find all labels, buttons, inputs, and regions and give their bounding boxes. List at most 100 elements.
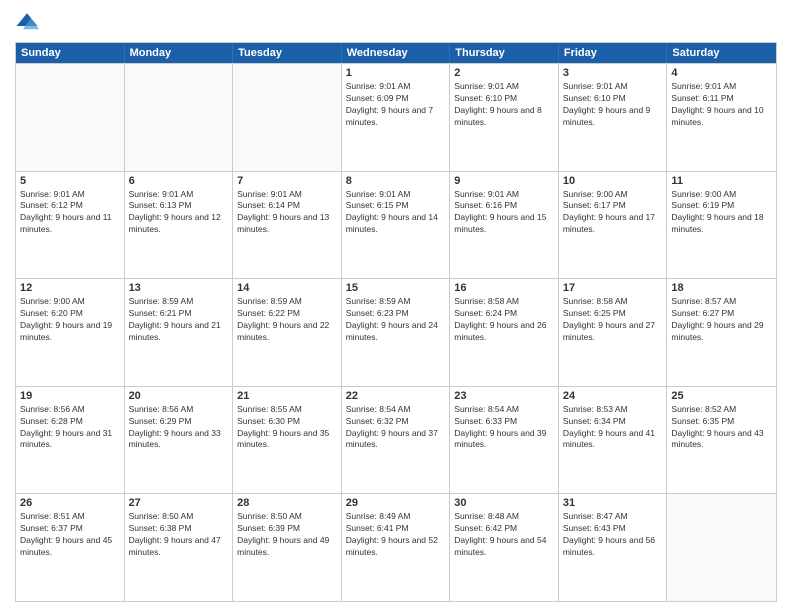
calendar-cell: 20 Sunrise: 8:56 AM Sunset: 6:29 PM Dayli… — [125, 387, 234, 494]
day-number: 16 — [454, 282, 554, 294]
cell-text: Sunrise: 9:01 AM Sunset: 6:11 PM Dayligh… — [671, 81, 772, 129]
cell-text: Sunrise: 8:59 AM Sunset: 6:21 PM Dayligh… — [129, 296, 229, 344]
cell-text: Sunrise: 8:49 AM Sunset: 6:41 PM Dayligh… — [346, 511, 446, 559]
cell-text: Sunrise: 9:00 AM Sunset: 6:20 PM Dayligh… — [20, 296, 120, 344]
calendar-cell — [233, 64, 342, 171]
calendar-row: 12 Sunrise: 9:00 AM Sunset: 6:20 PM Dayli… — [16, 278, 776, 386]
calendar-cell: 27 Sunrise: 8:50 AM Sunset: 6:38 PM Dayli… — [125, 494, 234, 601]
cell-text: Sunrise: 9:01 AM Sunset: 6:10 PM Dayligh… — [563, 81, 663, 129]
calendar-cell: 24 Sunrise: 8:53 AM Sunset: 6:34 PM Dayli… — [559, 387, 668, 494]
cell-text: Sunrise: 9:01 AM Sunset: 6:14 PM Dayligh… — [237, 189, 337, 237]
day-number: 6 — [129, 175, 229, 187]
cell-text: Sunrise: 8:58 AM Sunset: 6:24 PM Dayligh… — [454, 296, 554, 344]
calendar-cell: 21 Sunrise: 8:55 AM Sunset: 6:30 PM Dayli… — [233, 387, 342, 494]
calendar-cell: 29 Sunrise: 8:49 AM Sunset: 6:41 PM Dayli… — [342, 494, 451, 601]
calendar-cell: 9 Sunrise: 9:01 AM Sunset: 6:16 PM Daylig… — [450, 172, 559, 279]
calendar-row: 26 Sunrise: 8:51 AM Sunset: 6:37 PM Dayli… — [16, 493, 776, 601]
calendar-header-cell: Wednesday — [342, 43, 451, 63]
cell-text: Sunrise: 8:58 AM Sunset: 6:25 PM Dayligh… — [563, 296, 663, 344]
calendar-cell: 16 Sunrise: 8:58 AM Sunset: 6:24 PM Dayli… — [450, 279, 559, 386]
day-number: 28 — [237, 497, 337, 509]
calendar-cell: 8 Sunrise: 9:01 AM Sunset: 6:15 PM Daylig… — [342, 172, 451, 279]
calendar-row: 1 Sunrise: 9:01 AM Sunset: 6:09 PM Daylig… — [16, 63, 776, 171]
calendar-cell: 26 Sunrise: 8:51 AM Sunset: 6:37 PM Dayli… — [16, 494, 125, 601]
day-number: 1 — [346, 67, 446, 79]
day-number: 25 — [671, 390, 772, 402]
calendar-cell: 31 Sunrise: 8:47 AM Sunset: 6:43 PM Dayli… — [559, 494, 668, 601]
calendar: SundayMondayTuesdayWednesdayThursdayFrid… — [15, 42, 777, 602]
cell-text: Sunrise: 9:01 AM Sunset: 6:13 PM Dayligh… — [129, 189, 229, 237]
calendar-header-row: SundayMondayTuesdayWednesdayThursdayFrid… — [16, 43, 776, 63]
calendar-cell: 14 Sunrise: 8:59 AM Sunset: 6:22 PM Dayli… — [233, 279, 342, 386]
day-number: 19 — [20, 390, 120, 402]
cell-text: Sunrise: 9:01 AM Sunset: 6:12 PM Dayligh… — [20, 189, 120, 237]
header — [15, 10, 777, 34]
calendar-cell: 28 Sunrise: 8:50 AM Sunset: 6:39 PM Dayli… — [233, 494, 342, 601]
cell-text: Sunrise: 8:52 AM Sunset: 6:35 PM Dayligh… — [671, 404, 772, 452]
calendar-cell: 23 Sunrise: 8:54 AM Sunset: 6:33 PM Dayli… — [450, 387, 559, 494]
cell-text: Sunrise: 8:55 AM Sunset: 6:30 PM Dayligh… — [237, 404, 337, 452]
calendar-cell: 1 Sunrise: 9:01 AM Sunset: 6:09 PM Daylig… — [342, 64, 451, 171]
cell-text: Sunrise: 8:56 AM Sunset: 6:28 PM Dayligh… — [20, 404, 120, 452]
cell-text: Sunrise: 9:00 AM Sunset: 6:19 PM Dayligh… — [671, 189, 772, 237]
cell-text: Sunrise: 8:54 AM Sunset: 6:32 PM Dayligh… — [346, 404, 446, 452]
day-number: 31 — [563, 497, 663, 509]
calendar-cell: 22 Sunrise: 8:54 AM Sunset: 6:32 PM Dayli… — [342, 387, 451, 494]
day-number: 9 — [454, 175, 554, 187]
calendar-header-cell: Saturday — [667, 43, 776, 63]
day-number: 12 — [20, 282, 120, 294]
calendar-cell: 12 Sunrise: 9:00 AM Sunset: 6:20 PM Dayli… — [16, 279, 125, 386]
day-number: 11 — [671, 175, 772, 187]
calendar-cell: 10Sunrise: 9:00 AM Sunset: 6:17 PM Dayli… — [559, 172, 668, 279]
calendar-cell: 6 Sunrise: 9:01 AM Sunset: 6:13 PM Daylig… — [125, 172, 234, 279]
cell-text: Sunrise: 9:01 AM Sunset: 6:15 PM Dayligh… — [346, 189, 446, 237]
day-number: 20 — [129, 390, 229, 402]
page: SundayMondayTuesdayWednesdayThursdayFrid… — [0, 0, 792, 612]
cell-text: Sunrise: 8:47 AM Sunset: 6:43 PM Dayligh… — [563, 511, 663, 559]
calendar-header-cell: Friday — [559, 43, 668, 63]
calendar-row: 5 Sunrise: 9:01 AM Sunset: 6:12 PM Daylig… — [16, 171, 776, 279]
calendar-cell: 7Sunrise: 9:01 AM Sunset: 6:14 PM Daylig… — [233, 172, 342, 279]
calendar-body: 1 Sunrise: 9:01 AM Sunset: 6:09 PM Daylig… — [16, 63, 776, 601]
day-number: 23 — [454, 390, 554, 402]
cell-text: Sunrise: 8:51 AM Sunset: 6:37 PM Dayligh… — [20, 511, 120, 559]
calendar-cell: 30 Sunrise: 8:48 AM Sunset: 6:42 PM Dayli… — [450, 494, 559, 601]
day-number: 17 — [563, 282, 663, 294]
cell-text: Sunrise: 8:50 AM Sunset: 6:39 PM Dayligh… — [237, 511, 337, 559]
cell-text: Sunrise: 8:59 AM Sunset: 6:23 PM Dayligh… — [346, 296, 446, 344]
day-number: 27 — [129, 497, 229, 509]
day-number: 30 — [454, 497, 554, 509]
day-number: 22 — [346, 390, 446, 402]
cell-text: Sunrise: 9:00 AM Sunset: 6:17 PM Dayligh… — [563, 189, 663, 237]
calendar-cell: 15Sunrise: 8:59 AM Sunset: 6:23 PM Dayli… — [342, 279, 451, 386]
day-number: 3 — [563, 67, 663, 79]
cell-text: Sunrise: 8:59 AM Sunset: 6:22 PM Dayligh… — [237, 296, 337, 344]
day-number: 5 — [20, 175, 120, 187]
calendar-cell: 11 Sunrise: 9:00 AM Sunset: 6:19 PM Dayli… — [667, 172, 776, 279]
calendar-cell: 2Sunrise: 9:01 AM Sunset: 6:10 PM Daylig… — [450, 64, 559, 171]
logo — [15, 10, 43, 34]
day-number: 8 — [346, 175, 446, 187]
day-number: 13 — [129, 282, 229, 294]
cell-text: Sunrise: 8:54 AM Sunset: 6:33 PM Dayligh… — [454, 404, 554, 452]
calendar-header-cell: Thursday — [450, 43, 559, 63]
calendar-header-cell: Sunday — [16, 43, 125, 63]
calendar-cell: 19 Sunrise: 8:56 AM Sunset: 6:28 PM Dayli… — [16, 387, 125, 494]
cell-text: Sunrise: 8:50 AM Sunset: 6:38 PM Dayligh… — [129, 511, 229, 559]
day-number: 21 — [237, 390, 337, 402]
day-number: 29 — [346, 497, 446, 509]
calendar-cell — [667, 494, 776, 601]
day-number: 26 — [20, 497, 120, 509]
cell-text: Sunrise: 9:01 AM Sunset: 6:16 PM Dayligh… — [454, 189, 554, 237]
calendar-cell: 5 Sunrise: 9:01 AM Sunset: 6:12 PM Daylig… — [16, 172, 125, 279]
day-number: 24 — [563, 390, 663, 402]
day-number: 14 — [237, 282, 337, 294]
cell-text: Sunrise: 8:48 AM Sunset: 6:42 PM Dayligh… — [454, 511, 554, 559]
cell-text: Sunrise: 8:53 AM Sunset: 6:34 PM Dayligh… — [563, 404, 663, 452]
calendar-cell: 3 Sunrise: 9:01 AM Sunset: 6:10 PM Daylig… — [559, 64, 668, 171]
calendar-header-cell: Monday — [125, 43, 234, 63]
logo-icon — [15, 10, 39, 34]
cell-text: Sunrise: 8:56 AM Sunset: 6:29 PM Dayligh… — [129, 404, 229, 452]
cell-text: Sunrise: 9:01 AM Sunset: 6:09 PM Dayligh… — [346, 81, 446, 129]
day-number: 18 — [671, 282, 772, 294]
